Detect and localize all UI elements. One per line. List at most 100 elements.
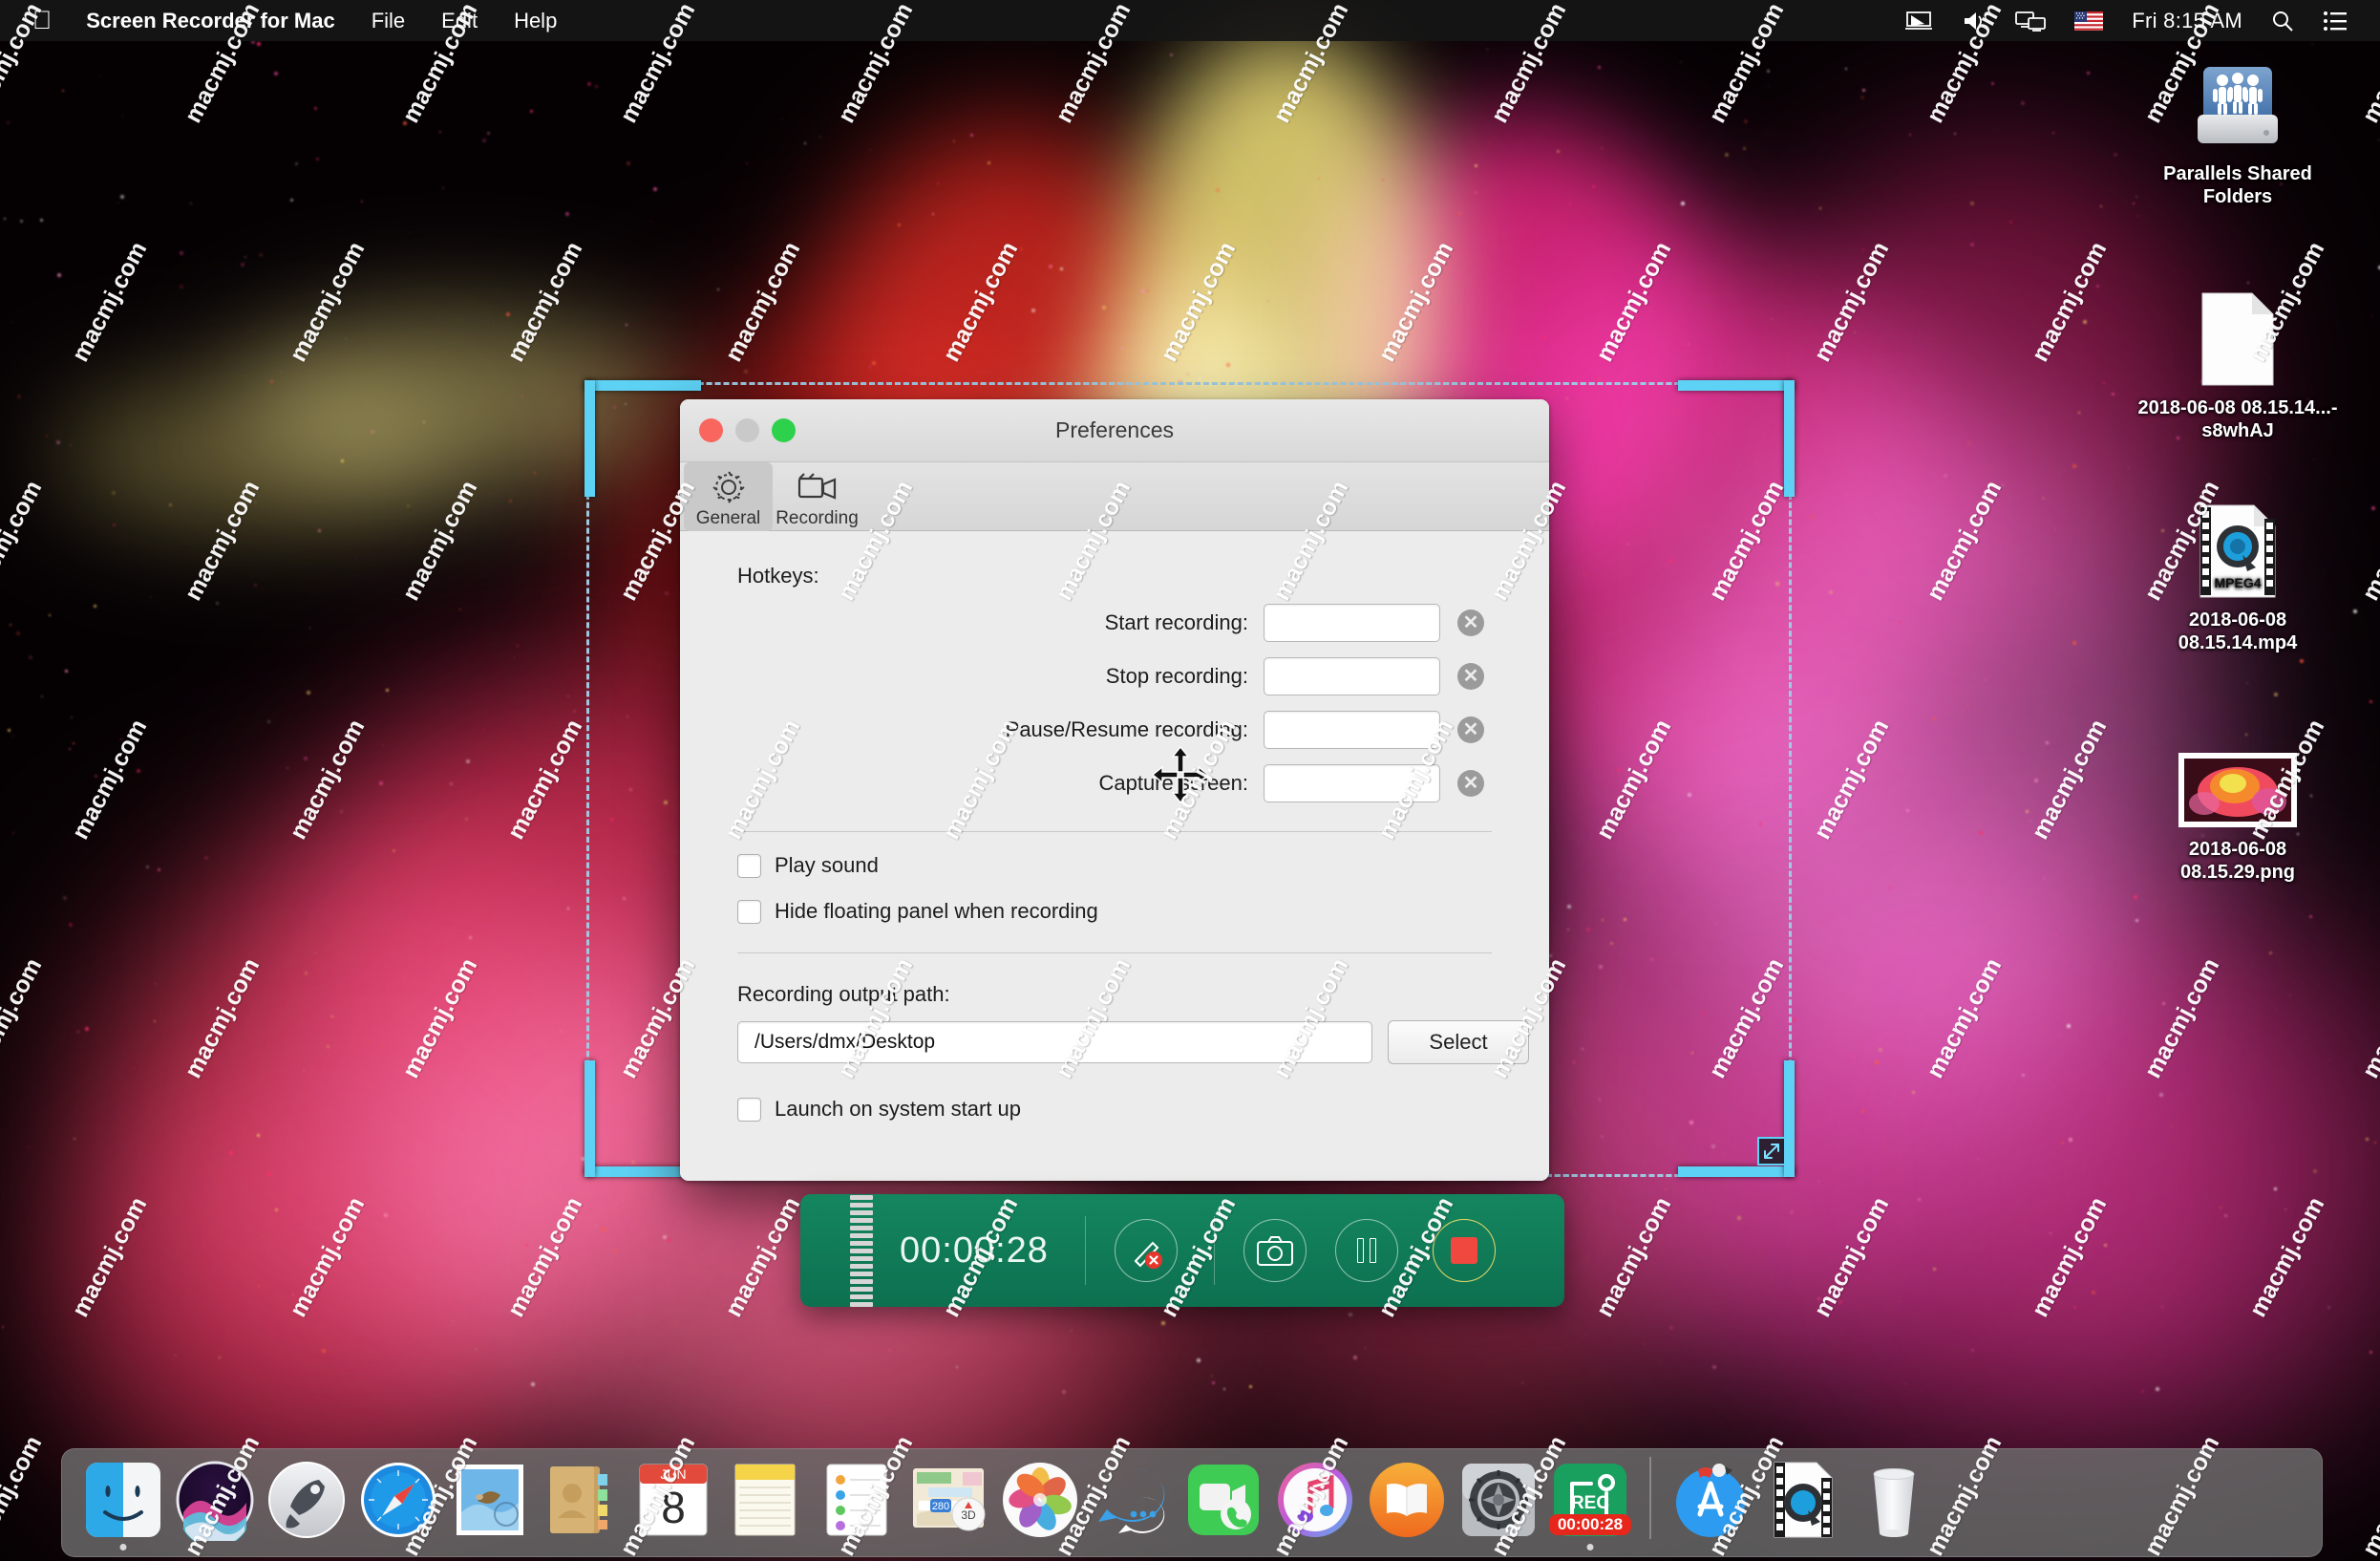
system-preferences-gear-icon: [1457, 1459, 1540, 1541]
hide-floating-panel-checkbox[interactable]: [737, 899, 761, 924]
pause-icon: [1356, 1238, 1364, 1263]
dock-item-photos[interactable]: [994, 1449, 1086, 1552]
apple-logo-icon[interactable]: : [32, 8, 52, 33]
menubar[interactable]:  Screen Recorder for Mac File Edit Help: [0, 0, 2380, 41]
running-indicator: [119, 1544, 127, 1550]
hotkey-row-pause-resume-recording: Pause/Resume recording: ✕: [680, 711, 1549, 749]
hotkey-row-start-recording: Start recording: ✕: [680, 604, 1549, 642]
photos-pinwheel-icon: [999, 1459, 1081, 1541]
menubar-status-area: Fri 8:15 AM: [1904, 9, 2348, 33]
desktop-screen: Parallels Shared Folders 2018-06-08 08.1…: [0, 0, 2380, 1561]
image-preview-icon: [2137, 721, 2338, 828]
dock-item-siri[interactable]: [169, 1449, 261, 1552]
hotkey-label: Stop recording:: [1105, 664, 1248, 688]
stop-recording-hotkey-input[interactable]: [1264, 657, 1440, 695]
dock-item-app-store[interactable]: [1665, 1449, 1756, 1552]
hotkeys-heading: Hotkeys:: [737, 564, 819, 588]
desktop-icon-mp4-file[interactable]: MPEG4 2018-06-08 08.15.14.mp4: [2137, 492, 2338, 655]
menu-help[interactable]: Help: [514, 9, 557, 33]
checkbox-row-play-sound[interactable]: Play sound: [737, 853, 1549, 878]
checkbox-row-launch-on-startup[interactable]: Launch on system start up: [737, 1097, 1549, 1122]
dock-item-contacts[interactable]: [536, 1449, 627, 1552]
dock-item-calendar[interactable]: JUN 8: [627, 1449, 719, 1552]
clear-icon[interactable]: ✕: [1457, 716, 1484, 743]
hotkey-row-stop-recording: Stop recording: ✕: [680, 657, 1549, 695]
calendar-month: JUN: [660, 1466, 686, 1482]
floating-recorder-panel[interactable]: 00:00:28: [800, 1194, 1564, 1307]
maps-3d-badge: 3D: [961, 1508, 976, 1522]
window-title: Preferences: [1054, 417, 1174, 442]
quicktime-mpeg4-icon: MPEG4: [2137, 492, 2338, 599]
tab-general[interactable]: General: [684, 462, 773, 531]
stop-button[interactable]: [1432, 1219, 1496, 1282]
preferences-toolbar: General Recording: [680, 462, 1549, 531]
dock-item-screen-recorder[interactable]: REC 00:00:28: [1544, 1449, 1636, 1552]
dock-item-finder[interactable]: [77, 1449, 169, 1552]
desktop-icon-screenshot-file[interactable]: 2018-06-08 08.15.14...-s8whAJ: [2137, 280, 2338, 443]
dock-item-itunes[interactable]: [1269, 1449, 1361, 1552]
clear-icon[interactable]: ✕: [1457, 609, 1484, 636]
facetime-icon: [1182, 1459, 1264, 1541]
panel-divider: [1084, 1216, 1086, 1285]
dock-item-ibooks[interactable]: [1361, 1449, 1453, 1552]
clear-icon[interactable]: ✕: [1457, 770, 1484, 797]
launch-on-startup-checkbox[interactable]: [737, 1097, 761, 1122]
dock-item-system-preferences[interactable]: [1453, 1449, 1544, 1552]
quicktime-film-icon: [1761, 1459, 1843, 1541]
safari-compass-icon: [357, 1459, 439, 1541]
capture-screen-hotkey-input[interactable]: [1264, 764, 1440, 802]
output-path-input[interactable]: /Users/dmx/Desktop: [737, 1021, 1372, 1063]
desktop-icon-png-file[interactable]: 2018-06-08 08.15.29.png: [2137, 721, 2338, 885]
shared-drive-icon: [2137, 46, 2338, 153]
pause-button[interactable]: [1334, 1219, 1398, 1282]
volume-icon[interactable]: [1962, 10, 1987, 32]
desktop-icon-label: 2018-06-08 08.15.14...-s8whAJ: [2137, 397, 2338, 442]
tab-general-label: General: [695, 508, 761, 528]
dock-item-reminders[interactable]: [811, 1449, 903, 1552]
preferences-general-panel: Hotkeys: Start recording: ✕ Stop recordi…: [680, 531, 1549, 1181]
us-flag-icon[interactable]: [2074, 11, 2104, 31]
hotkey-label: Pause/Resume recording:: [1005, 717, 1248, 741]
dock[interactable]: JUN 8 280 3D REC 00:00:28: [61, 1448, 2323, 1557]
gear-icon: [710, 466, 748, 508]
play-sound-checkbox[interactable]: [737, 853, 761, 878]
screenshot-button[interactable]: [1243, 1219, 1307, 1282]
panel-divider: [1213, 1216, 1215, 1285]
dock-item-facetime[interactable]: [1178, 1449, 1269, 1552]
start-recording-hotkey-input[interactable]: [1264, 604, 1440, 642]
desktop-icon-parallels-shared-folders[interactable]: Parallels Shared Folders: [2137, 46, 2338, 209]
tab-recording[interactable]: Recording: [773, 462, 861, 531]
hotkey-label: Start recording:: [1104, 610, 1248, 634]
dock-item-safari[interactable]: [352, 1449, 444, 1552]
stop-icon: [1450, 1237, 1477, 1264]
dock-item-launchpad[interactable]: [261, 1449, 352, 1552]
itunes-note-icon: [1274, 1459, 1356, 1541]
menubar-app-name[interactable]: Screen Recorder for Mac: [86, 9, 334, 33]
menu-file[interactable]: File: [372, 9, 405, 33]
menu-edit[interactable]: Edit: [441, 9, 478, 33]
notification-center-icon[interactable]: [2323, 11, 2348, 32]
checkbox-row-hide-floating-panel[interactable]: Hide floating panel when recording: [737, 899, 1549, 924]
menubar-clock[interactable]: Fri 8:15 AM: [2132, 9, 2242, 33]
dock-item-notes[interactable]: [719, 1449, 811, 1552]
spotlight-search-icon[interactable]: [2271, 10, 2294, 32]
select-button[interactable]: Select: [1388, 1020, 1529, 1064]
clear-icon[interactable]: ✕: [1457, 663, 1484, 690]
dock-item-quicktime-file[interactable]: [1756, 1449, 1848, 1552]
dock-item-maps[interactable]: 280 3D: [903, 1449, 994, 1552]
camera-icon: [1256, 1236, 1293, 1266]
desktop-icon-label: 2018-06-08 08.15.29.png: [2179, 839, 2296, 884]
dock-item-trash[interactable]: [1848, 1449, 1940, 1552]
window-titlebar[interactable]: Preferences: [680, 399, 1549, 462]
dock-item-messages[interactable]: [1086, 1449, 1178, 1552]
dock-item-mail[interactable]: [444, 1449, 536, 1552]
annotate-button[interactable]: [1114, 1219, 1178, 1282]
maps-route-shield: 280: [932, 1501, 949, 1512]
parallels-icon[interactable]: [1904, 10, 1933, 32]
pause-resume-hotkey-input[interactable]: [1264, 711, 1440, 749]
airplay-icon[interactable]: [2015, 10, 2047, 32]
finder-icon: [82, 1459, 164, 1541]
reminders-icon: [816, 1459, 898, 1541]
preferences-window[interactable]: Preferences General Recording Hotkeys: S…: [680, 399, 1549, 1181]
output-path-label: Recording output path:: [737, 982, 950, 1006]
